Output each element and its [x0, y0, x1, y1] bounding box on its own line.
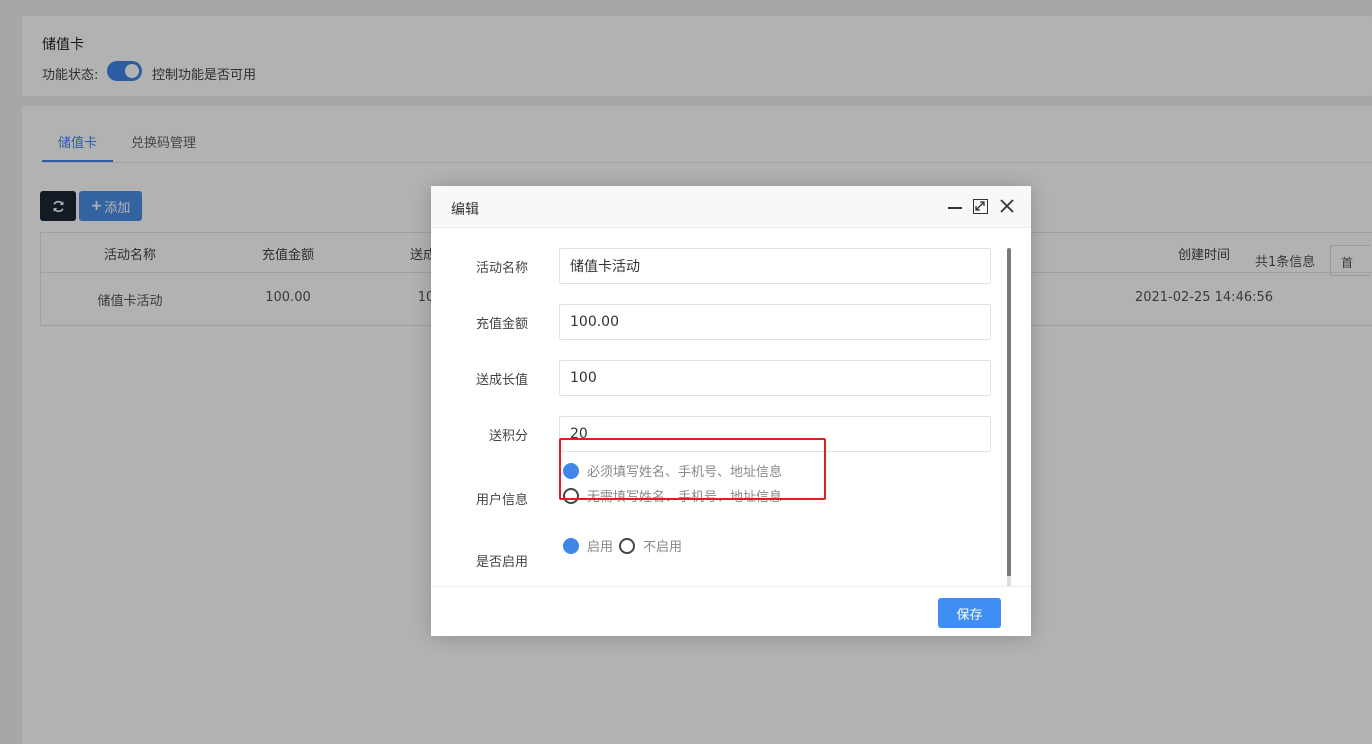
page: 储值卡 功能状态: 控制功能是否可用 储值卡 兑换码管理 + 添加 活动名称 充… [0, 0, 1372, 744]
points-label: 送积分 [488, 429, 528, 444]
amount-input[interactable] [559, 304, 991, 340]
user-info-label: 用户信息 [475, 493, 528, 508]
scrollbar-track [1007, 576, 1011, 586]
radio-checked-icon [563, 537, 579, 554]
dialog-title: 编辑 [451, 202, 479, 218]
user-info-required-radio[interactable]: 必须填写姓名、手机号、地址信息 [563, 461, 782, 480]
radio-label: 无需填写姓名、手机号、地址信息 [587, 490, 783, 505]
dialog-footer: 保存 [431, 586, 1031, 636]
radio-checked-icon [563, 462, 579, 479]
points-input[interactable] [559, 416, 991, 452]
radio-label: 必须填写姓名、手机号、地址信息 [587, 465, 783, 480]
radio-unchecked-icon [563, 487, 579, 504]
enabled-label: 是否启用 [475, 555, 528, 570]
minimize-icon[interactable] [947, 198, 963, 216]
enabled-on-radio[interactable]: 启用 [563, 536, 613, 555]
close-icon[interactable] [999, 198, 1015, 214]
growth-input[interactable] [559, 360, 991, 396]
save-button[interactable]: 保存 [938, 598, 1001, 628]
growth-label: 送成长值 [475, 373, 528, 388]
enabled-off-radio[interactable]: 不启用 [619, 536, 682, 555]
name-input[interactable] [559, 248, 991, 284]
dialog-body: 活动名称 充值金额 送成长值 送积分 用户信息 必须填写姓名、手机号、地址信息 … [431, 228, 1031, 586]
amount-label: 充值金额 [475, 317, 528, 332]
dialog-scrollbar[interactable] [1007, 248, 1011, 585]
edit-dialog: 编辑 活动名称 充值金额 送成长值 送积分 用户信息 必须填写姓名、手机号、地址… [431, 186, 1031, 636]
name-label: 活动名称 [475, 261, 528, 276]
dialog-header: 编辑 [431, 186, 1031, 228]
maximize-icon[interactable] [973, 199, 988, 214]
radio-unchecked-icon [619, 537, 635, 554]
radio-label: 启用 [587, 540, 614, 555]
user-info-optional-radio[interactable]: 无需填写姓名、手机号、地址信息 [563, 486, 782, 505]
radio-label: 不启用 [643, 540, 683, 555]
